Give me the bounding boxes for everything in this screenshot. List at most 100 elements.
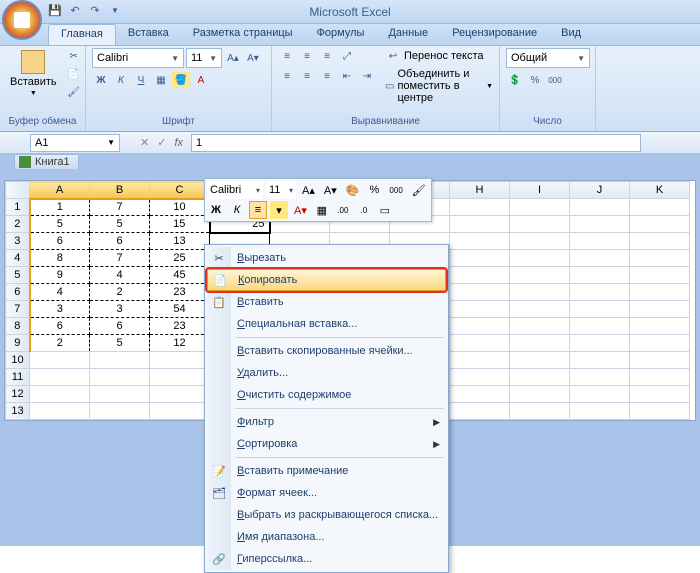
column-header[interactable]: J bbox=[570, 182, 630, 199]
cell[interactable] bbox=[630, 352, 690, 369]
cell[interactable] bbox=[570, 318, 630, 335]
menu-item[interactable]: Сортировка▶ bbox=[207, 433, 446, 455]
cell[interactable] bbox=[510, 199, 570, 216]
tab-review[interactable]: Рецензирование bbox=[440, 24, 549, 45]
cell[interactable]: 7 bbox=[90, 250, 150, 267]
name-box[interactable]: A1▼ bbox=[30, 134, 120, 152]
cell[interactable]: 5 bbox=[90, 335, 150, 352]
cut-icon[interactable]: ✂ bbox=[65, 48, 83, 64]
paste-button[interactable]: Вставить ▼ bbox=[6, 48, 61, 99]
underline-button[interactable]: Ч bbox=[132, 72, 150, 88]
cell[interactable] bbox=[150, 403, 210, 420]
cell[interactable] bbox=[630, 250, 690, 267]
cell[interactable]: 3 bbox=[90, 301, 150, 318]
cell[interactable] bbox=[570, 267, 630, 284]
orientation-icon[interactable]: ⤢ bbox=[338, 48, 356, 64]
menu-item[interactable]: Удалить... bbox=[207, 362, 446, 384]
menu-item[interactable]: Очистить содержимое bbox=[207, 384, 446, 406]
cell[interactable] bbox=[510, 369, 570, 386]
cell[interactable]: 2 bbox=[30, 335, 90, 352]
menu-item[interactable]: 🗂Формат ячеек... bbox=[207, 482, 446, 504]
row-header[interactable]: 10 bbox=[6, 352, 30, 369]
grow-font-icon[interactable]: A▴ bbox=[224, 50, 242, 66]
cell[interactable] bbox=[570, 216, 630, 233]
mini-size-combo[interactable]: 11▾ bbox=[266, 181, 296, 199]
cell[interactable] bbox=[630, 301, 690, 318]
redo-icon[interactable]: ↷ bbox=[88, 3, 102, 17]
row-header[interactable]: 7 bbox=[6, 301, 30, 318]
cell[interactable] bbox=[630, 318, 690, 335]
cell[interactable]: 1 bbox=[30, 199, 90, 216]
cell[interactable] bbox=[630, 199, 690, 216]
cell[interactable]: 25 bbox=[150, 250, 210, 267]
align-top-icon[interactable]: ≡ bbox=[278, 48, 296, 64]
cell[interactable] bbox=[450, 369, 510, 386]
mini-decrease-decimal[interactable]: .0 bbox=[355, 201, 373, 219]
cell[interactable]: 6 bbox=[30, 318, 90, 335]
cell[interactable]: 5 bbox=[90, 216, 150, 233]
cell[interactable] bbox=[450, 216, 510, 233]
menu-item[interactable]: Выбрать из раскрывающегося списка... bbox=[207, 504, 446, 526]
cell[interactable]: 23 bbox=[150, 284, 210, 301]
mini-font-color[interactable]: A▾ bbox=[291, 201, 310, 219]
shrink-font-icon[interactable]: A▾ bbox=[244, 50, 262, 66]
align-right-icon[interactable]: ≡ bbox=[318, 68, 336, 84]
qat-dropdown-icon[interactable]: ▼ bbox=[108, 3, 122, 17]
select-all[interactable] bbox=[6, 182, 30, 199]
cell[interactable] bbox=[30, 369, 90, 386]
cell[interactable] bbox=[450, 386, 510, 403]
align-middle-icon[interactable]: ≡ bbox=[298, 48, 316, 64]
column-header[interactable]: B bbox=[90, 182, 150, 199]
format-painter-icon[interactable]: 🖌 bbox=[65, 84, 83, 100]
cell[interactable] bbox=[630, 267, 690, 284]
tab-insert[interactable]: Вставка bbox=[116, 24, 181, 45]
copy-icon[interactable]: 📄 bbox=[65, 66, 83, 82]
cell[interactable] bbox=[570, 403, 630, 420]
mini-merge[interactable]: ▭ bbox=[376, 201, 394, 219]
row-header[interactable]: 4 bbox=[6, 250, 30, 267]
cell[interactable] bbox=[450, 403, 510, 420]
row-header[interactable]: 6 bbox=[6, 284, 30, 301]
cell[interactable]: 23 bbox=[150, 318, 210, 335]
cell[interactable] bbox=[450, 352, 510, 369]
menu-item[interactable]: Фильтр▶ bbox=[207, 411, 446, 433]
office-button[interactable] bbox=[2, 0, 42, 40]
column-header[interactable]: C bbox=[150, 182, 210, 199]
cell[interactable] bbox=[630, 284, 690, 301]
cell[interactable] bbox=[90, 352, 150, 369]
cell[interactable] bbox=[510, 267, 570, 284]
cell[interactable] bbox=[510, 318, 570, 335]
cell[interactable] bbox=[630, 216, 690, 233]
mini-format-painter[interactable]: 🖌 bbox=[409, 181, 429, 199]
cell[interactable] bbox=[450, 318, 510, 335]
cell[interactable]: 3 bbox=[30, 301, 90, 318]
cell[interactable]: 9 bbox=[30, 267, 90, 284]
cell[interactable] bbox=[630, 233, 690, 250]
mini-shrink-font[interactable]: A▾ bbox=[321, 181, 340, 199]
border-button[interactable]: ▦ bbox=[152, 72, 170, 88]
cell[interactable] bbox=[510, 352, 570, 369]
cell[interactable] bbox=[510, 216, 570, 233]
cell[interactable] bbox=[450, 284, 510, 301]
save-icon[interactable]: 💾 bbox=[48, 3, 62, 17]
mini-center[interactable]: ≡ bbox=[249, 201, 267, 219]
cell[interactable] bbox=[150, 369, 210, 386]
align-center-icon[interactable]: ≡ bbox=[298, 68, 316, 84]
cell[interactable]: 6 bbox=[90, 318, 150, 335]
row-header[interactable]: 1 bbox=[6, 199, 30, 216]
cell[interactable]: 6 bbox=[30, 233, 90, 250]
menu-item[interactable]: Специальная вставка... bbox=[207, 313, 446, 335]
cell[interactable]: 15 bbox=[150, 216, 210, 233]
menu-item[interactable]: 📋Вставить bbox=[207, 291, 446, 313]
mini-bold[interactable]: Ж bbox=[207, 201, 225, 219]
menu-item[interactable]: Имя диапазона... bbox=[207, 526, 446, 548]
menu-item[interactable]: ✂Вырезать bbox=[207, 247, 446, 269]
tab-view[interactable]: Вид bbox=[549, 24, 593, 45]
cell[interactable]: 4 bbox=[90, 267, 150, 284]
cell[interactable]: 8 bbox=[30, 250, 90, 267]
cell[interactable] bbox=[510, 301, 570, 318]
cell[interactable]: 54 bbox=[150, 301, 210, 318]
mini-percent[interactable]: % bbox=[365, 181, 383, 199]
merge-center-button[interactable]: ▭Объединить и поместить в центре▼ bbox=[384, 68, 493, 104]
cell[interactable] bbox=[570, 250, 630, 267]
